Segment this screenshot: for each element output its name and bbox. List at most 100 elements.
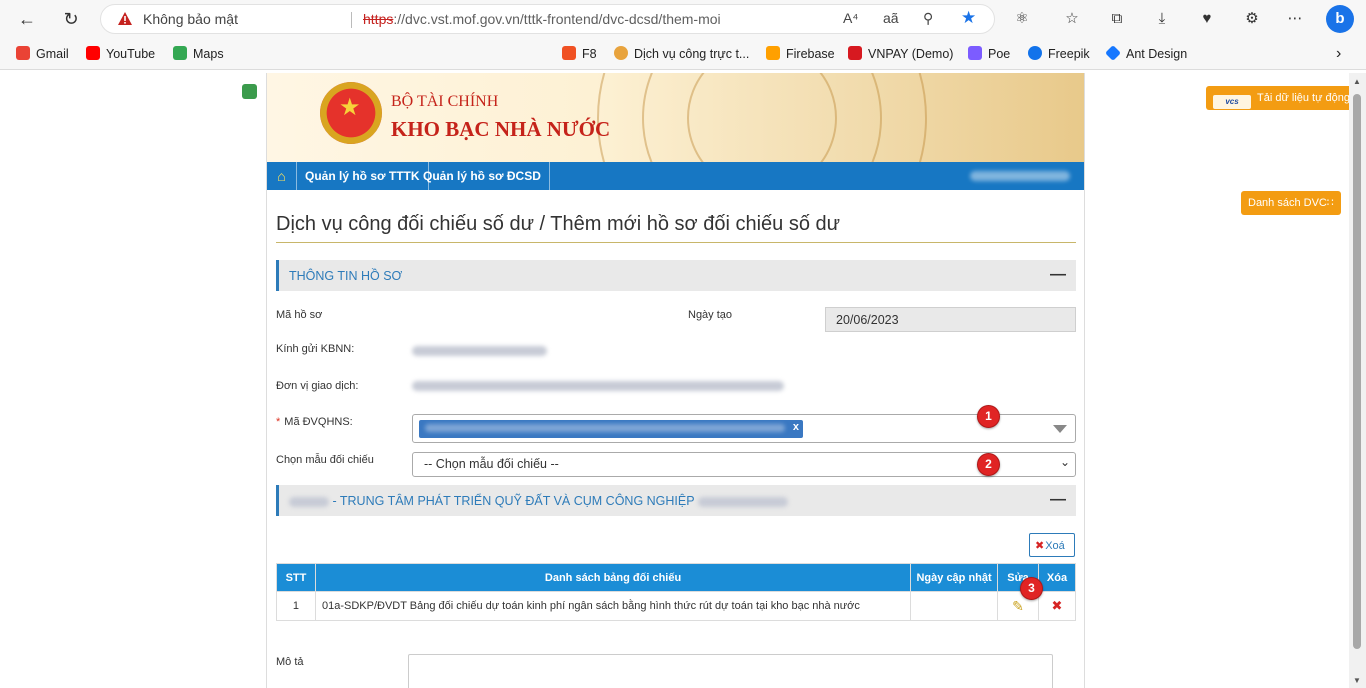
section-don-vi-title-text: - TRUNG TÂM PHÁT TRIỂN QUỸ ĐẤT VÀ CỤM CÔ… xyxy=(332,494,695,508)
downloads-icon[interactable]: ⤓ xyxy=(1151,8,1173,30)
unit-suffix-redacted xyxy=(697,496,788,507)
page-scrollbar[interactable]: ▲ ▼ xyxy=(1349,73,1366,688)
bookmark-firebase[interactable]: Firebase xyxy=(766,46,835,64)
required-mark: * xyxy=(276,416,281,428)
gmail-icon xyxy=(16,46,30,60)
bing-copilot-icon[interactable]: b xyxy=(1326,5,1354,33)
don-vi-value-redacted xyxy=(412,381,784,391)
bookmark-ant-design[interactable]: Ant Design xyxy=(1105,45,1188,64)
section-title: THÔNG TIN HỒ SƠ xyxy=(289,269,403,283)
banner-title: KHO BẠC NHÀ NƯỚC xyxy=(391,117,611,141)
step-badge-3: 3 xyxy=(1020,577,1043,600)
bookmarks-bar: Gmail YouTube Maps F8 Dịch vụ công trực … xyxy=(0,38,1366,99)
warning-icon xyxy=(118,12,132,25)
vcs-logo: vcs xyxy=(1213,95,1251,109)
url-protocol: https xyxy=(363,11,394,27)
bookmark-label: Maps xyxy=(193,47,224,61)
bookmark-maps[interactable]: Maps xyxy=(173,46,224,64)
pencil-edit-icon[interactable]: ✎ xyxy=(1012,598,1024,614)
kinh-gui-value-redacted xyxy=(412,346,547,356)
bookmark-f8[interactable]: F8 xyxy=(562,46,597,64)
bookmark-gmail[interactable]: Gmail xyxy=(16,46,69,64)
read-aloud-icon[interactable]: A⁴ xyxy=(843,10,858,26)
health-icon[interactable]: ♥ xyxy=(1196,8,1218,30)
chevron-down-icon: ⌄ xyxy=(1059,455,1070,469)
dvc-list-button[interactable]: Danh sách DVC∷ xyxy=(1241,191,1341,215)
bookmark-label: Ant Design xyxy=(1126,47,1188,61)
page-title: Dịch vụ công đối chiếu số dư / Thêm mới … xyxy=(276,213,841,235)
unit-code-redacted xyxy=(289,496,329,507)
f8-icon xyxy=(562,46,576,60)
security-label: Không bảo mật xyxy=(143,11,238,27)
mo-ta-textarea[interactable] xyxy=(408,654,1053,688)
ant-design-icon xyxy=(1105,45,1121,61)
bookmark-dich-vu-cong[interactable]: Dịch vụ công trực t... xyxy=(614,46,749,64)
youtube-icon xyxy=(86,46,100,60)
ngay-tao-field: 20/06/2023 xyxy=(825,307,1076,332)
back-arrow-icon[interactable]: ← xyxy=(14,7,40,31)
step-badge-2: 2 xyxy=(977,453,1000,476)
row-delete[interactable]: ✖ xyxy=(1038,591,1076,621)
label-don-vi-giao-dich: Đơn vị giao dịch: xyxy=(276,380,359,392)
scroll-up-arrow-icon[interactable]: ▲ xyxy=(1353,77,1361,86)
profile-sync-icon[interactable]: ⚙ xyxy=(1241,8,1263,30)
delete-x-icon[interactable]: ✖ xyxy=(1052,598,1063,613)
address-bar[interactable]: Không bảo mật https://dvc.vst.mof.gov.vn… xyxy=(100,4,995,34)
chip-text-redacted xyxy=(425,424,785,432)
user-menu-blurred[interactable] xyxy=(970,171,1070,181)
home-icon[interactable]: ⌂ xyxy=(267,162,297,190)
collapse-minus-icon[interactable]: — xyxy=(1050,266,1066,284)
favorite-star-icon[interactable]: ★ xyxy=(961,8,976,28)
more-menu-icon[interactable]: ⋯ xyxy=(1284,8,1306,30)
url-path: ://dvc.vst.mof.gov.vn/tttk-frontend/dvc-… xyxy=(393,11,721,27)
upload-data-label: Tải dữ liệu tự động xyxy=(1257,92,1351,104)
bookmark-label: Gmail xyxy=(36,47,69,61)
label-mo-ta: Mô tả xyxy=(276,656,304,668)
main-menu: ⌂ Quản lý hồ sơ TTTK Quản lý hồ sơ ĐCSD xyxy=(267,162,1084,190)
menu-quan-ly-ho-so-dcsd[interactable]: Quản lý hồ sơ ĐCSD xyxy=(415,162,550,190)
translate-icon[interactable]: aã xyxy=(883,10,899,26)
upload-data-button[interactable]: vcs Tải dữ liệu tự động xyxy=(1206,86,1358,110)
url-text[interactable]: https://dvc.vst.mof.gov.vn/tttk-frontend… xyxy=(363,11,721,27)
label-ma-dvqhns-text: Mã ĐVQHNS: xyxy=(284,416,353,428)
table-header-row: STT Danh sách bảng đối chiếu Ngày cập nh… xyxy=(276,563,1076,592)
bookmarks-more-chevron-icon[interactable]: › xyxy=(1336,46,1341,64)
freepik-icon xyxy=(1028,46,1042,60)
firebase-icon xyxy=(766,46,780,60)
dich-vu-cong-icon xyxy=(614,46,628,60)
select-placeholder: -- Chọn mẫu đối chiếu -- xyxy=(424,457,559,471)
dropdown-arrow-icon[interactable] xyxy=(1053,425,1067,433)
bookmark-youtube[interactable]: YouTube xyxy=(86,46,155,64)
delete-all-button[interactable]: ✖Xoá xyxy=(1029,533,1075,557)
bookmark-label: Poe xyxy=(988,47,1011,61)
delete-button-label: Xoá xyxy=(1045,540,1065,552)
row-name-link[interactable]: 01a-SDKP/ĐVDT Bảng đối chiếu dự toán kin… xyxy=(314,591,912,621)
reload-icon[interactable]: ↻ xyxy=(58,7,84,31)
collections-icon[interactable]: ⧉ xyxy=(1106,8,1128,30)
delete-x-icon: ✖ xyxy=(1035,540,1045,552)
scroll-down-arrow-icon[interactable]: ▼ xyxy=(1353,676,1361,685)
national-emblem-logo: ★ xyxy=(320,82,382,144)
doi-chieu-table: STT Danh sách bảng đối chiếu Ngày cập nh… xyxy=(276,563,1076,621)
label-ma-dvqhns: * Mã ĐVQHNS: xyxy=(276,416,353,428)
scroll-thumb[interactable] xyxy=(1353,94,1361,649)
chip-remove-button[interactable]: x xyxy=(793,421,799,433)
favorites-icon[interactable]: ☆ xyxy=(1061,8,1083,30)
bookmark-vnpay[interactable]: VNPAY (Demo) xyxy=(848,46,953,64)
col-ngay-cap-nhat: Ngày cập nhật xyxy=(910,563,999,592)
table-row: 1 01a-SDKP/ĐVDT Bảng đối chiếu dự toán k… xyxy=(276,591,1076,621)
collapse-minus-icon[interactable]: — xyxy=(1050,491,1066,509)
zoom-icon[interactable]: ⚲ xyxy=(923,10,933,27)
row-updated xyxy=(910,591,999,621)
browser-toolbar: ← ↻ Không bảo mật https://dvc.vst.mof.go… xyxy=(0,0,1366,38)
row-stt: 1 xyxy=(276,591,316,621)
step-badge-1: 1 xyxy=(977,405,1000,428)
extensions-icon[interactable]: ⚛ xyxy=(1011,8,1033,30)
bronze-drum-pattern xyxy=(687,73,837,162)
section-don-vi: - TRUNG TÂM PHÁT TRIỂN QUỸ ĐẤT VÀ CỤM CÔ… xyxy=(276,485,1076,516)
bookmark-poe[interactable]: Poe xyxy=(968,46,1010,64)
bookmark-freepik[interactable]: Freepik xyxy=(1028,46,1090,64)
bookmark-gallery-icon[interactable] xyxy=(242,84,257,99)
col-danh-sach: Danh sách bảng đối chiếu xyxy=(314,563,912,592)
menu-quan-ly-ho-so-tttk[interactable]: Quản lý hồ sơ TTTK xyxy=(297,162,429,190)
